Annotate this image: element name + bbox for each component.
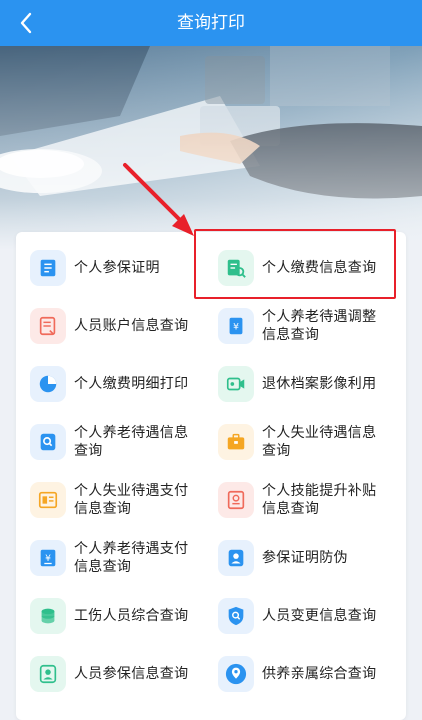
yuan-payment-icon: ¥ [30,540,66,576]
video-camera-icon [218,366,254,402]
menu-item[interactable]: 参保证明防伪 [218,530,398,586]
certificate-icon [30,250,66,286]
user-badge-icon [30,656,66,692]
menu-item[interactable]: 人员变更信息查询 [218,588,398,644]
menu-item[interactable]: 供养亲属综合查询 [218,646,398,702]
pie-chart-icon [30,366,66,402]
coins-icon [30,598,66,634]
menu-item[interactable]: 个人失业待遇信息查询 [218,414,398,470]
shield-search-icon [218,598,254,634]
nav-bar: 查询打印 [0,0,422,46]
svg-text:¥: ¥ [233,322,239,333]
search-doc-icon [30,424,66,460]
menu-item[interactable]: 退休档案影像利用 [218,356,398,412]
menu-item-label: 人员参保信息查询 [74,666,189,682]
menu-item-label: 个人参保证明 [74,260,160,276]
menu-item[interactable]: 人员账户信息查询 [30,298,210,354]
page-title: 查询打印 [177,13,245,33]
banner-image [0,46,422,250]
menu-item-label: 个人养老待遇调整信息查询 [262,309,377,343]
menu-item-label: 人员变更信息查询 [262,608,377,624]
menu-item-label: 个人养老待遇信息查询 [74,425,189,459]
menu-item-label: 个人技能提升补贴信息查询 [262,483,377,517]
menu-item-label: 人员账户信息查询 [74,318,189,334]
location-pin-icon [218,656,254,692]
menu-item[interactable]: 个人参保证明 [30,240,210,296]
menu-item[interactable]: 工伤人员综合查询 [30,588,210,644]
menu-item-label: 个人缴费明细打印 [74,376,189,392]
menu-item-label: 个人失业待遇信息查询 [262,425,377,459]
highlight-box [194,229,396,299]
menu-item[interactable]: 个人缴费明细打印 [30,356,210,412]
menu-item-label: 供养亲属综合查询 [262,666,377,682]
menu-item[interactable]: 人员参保信息查询 [30,646,210,702]
menu-item-label: 参保证明防伪 [262,550,348,566]
menu-item[interactable]: ¥ 个人养老待遇调整信息查询 [218,298,398,354]
pension-adjust-icon: ¥ [218,308,254,344]
menu-item[interactable]: 个人养老待遇信息查询 [30,414,210,470]
menu-item-label: 工伤人员综合查询 [74,608,189,624]
account-document-icon [30,308,66,344]
menu-item[interactable]: ¥ 个人养老待遇支付信息查询 [30,530,210,586]
svg-text:¥: ¥ [45,553,51,564]
menu-item[interactable]: 个人失业待遇支付信息查询 [30,472,210,528]
anti-fake-icon [218,540,254,576]
menu-item[interactable]: 个人技能提升补贴信息查询 [218,472,398,528]
menu-item-label: 退休档案影像利用 [262,376,377,392]
briefcase-icon [218,424,254,460]
menu-item-label: 个人养老待遇支付信息查询 [74,541,189,575]
payment-record-icon [30,482,66,518]
skill-subsidy-icon [218,482,254,518]
menu-item-label: 个人失业待遇支付信息查询 [74,483,189,517]
